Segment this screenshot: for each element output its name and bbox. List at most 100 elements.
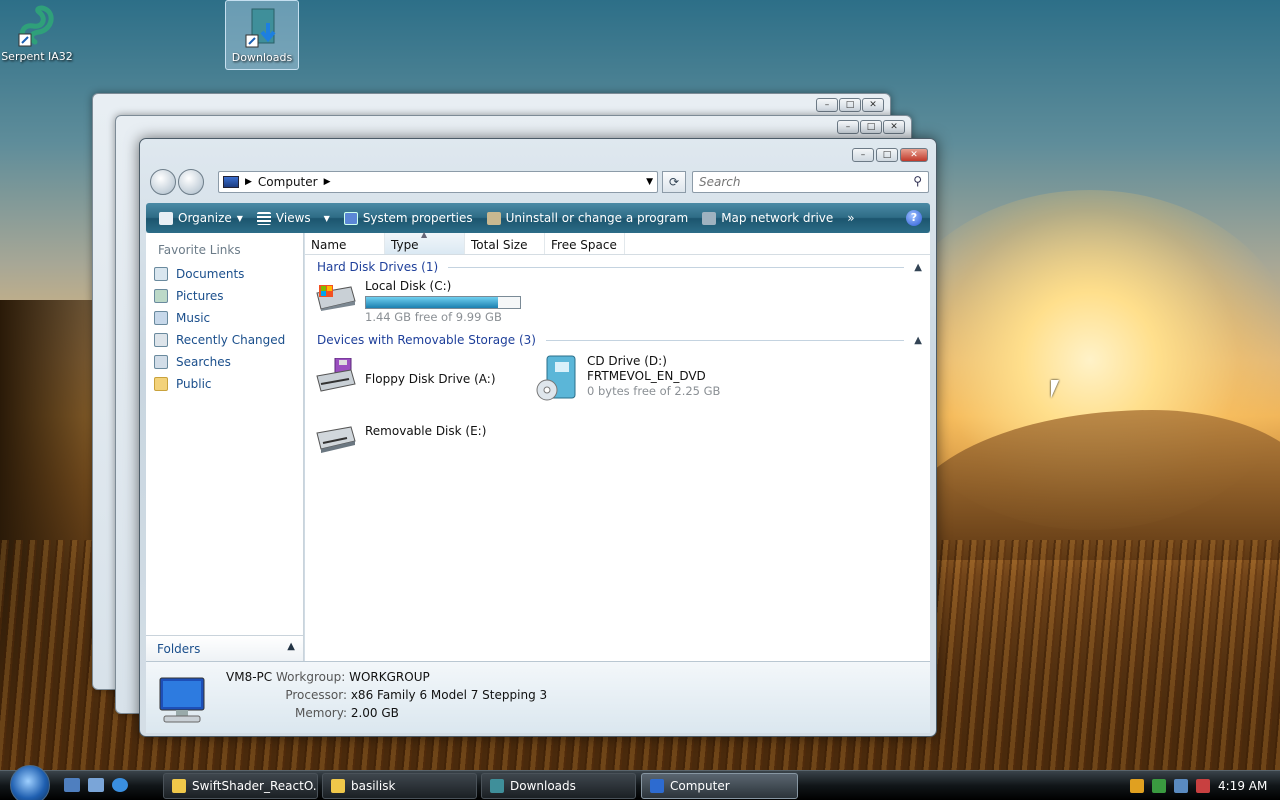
column-header-type[interactable]: ▲ Type <box>385 230 465 254</box>
organize-label: Organize <box>178 211 232 225</box>
clock[interactable]: 4:19 AM <box>1218 779 1267 793</box>
start-button[interactable] <box>10 765 50 800</box>
close-button[interactable]: ✕ <box>883 120 905 134</box>
back-button[interactable] <box>150 169 176 195</box>
folders-toggle[interactable]: Folders ▲ <box>146 635 303 661</box>
taskbar-button-downloads[interactable]: Downloads <box>481 773 636 799</box>
mouse-cursor-icon <box>1051 380 1059 398</box>
computer-icon <box>650 779 664 793</box>
security-shield-icon[interactable] <box>1130 779 1144 793</box>
system-properties-button[interactable]: System properties <box>337 203 480 233</box>
drive-removable-e[interactable]: Removable Disk (E:) <box>313 423 486 455</box>
pictures-icon <box>154 289 168 303</box>
column-header-name[interactable]: Name <box>305 233 385 254</box>
organize-icon <box>159 211 173 225</box>
chevron-up-icon[interactable]: ▲ <box>914 335 922 346</box>
breadcrumb-arrow-icon[interactable]: ▶ <box>245 177 252 187</box>
volume-muted-icon[interactable] <box>1196 779 1210 793</box>
breadcrumb-arrow-icon[interactable]: ▶ <box>324 177 331 187</box>
taskbar-button-basilisk[interactable]: basilisk <box>322 773 477 799</box>
memory-label: Memory: <box>295 706 347 720</box>
breadcrumb-computer[interactable]: Computer <box>258 175 318 189</box>
chevron-up-icon: ▲ <box>287 641 295 652</box>
group-title: Devices with Removable Storage (3) <box>317 333 536 347</box>
minimize-button[interactable]: – <box>852 148 874 162</box>
folder-icon <box>172 779 186 793</box>
network-icon[interactable] <box>1174 779 1188 793</box>
map-network-drive-button[interactable]: Map network drive <box>695 203 840 233</box>
drive-name: Floppy Disk Drive (A:) <box>365 372 496 386</box>
folder-icon <box>331 779 345 793</box>
drive-space-detail: 1.44 GB free of 9.99 GB <box>365 310 502 324</box>
documents-icon <box>154 267 168 281</box>
computer-name: VM8-PC <box>226 670 273 684</box>
forward-button[interactable] <box>178 169 204 195</box>
show-desktop-icon[interactable] <box>64 778 80 792</box>
address-dropdown-icon[interactable]: ▼ <box>646 177 653 187</box>
favorite-link-music[interactable]: Music <box>146 307 303 329</box>
chevron-double-right-icon: » <box>847 211 855 225</box>
group-header-hard-disks[interactable]: Hard Disk Drives (1) ▲ <box>317 260 922 274</box>
disk-usage-bar <box>365 296 521 309</box>
search-box[interactable]: ⚲ <box>692 171 929 193</box>
drive-space-detail: 0 bytes free of 2.25 GB <box>587 384 721 398</box>
help-icon[interactable]: ? <box>906 210 922 226</box>
favorite-link-recently-changed[interactable]: Recently Changed <box>146 329 303 351</box>
drive-local-disk-c[interactable]: Local Disk (C:) 1.44 GB free of 9.99 GB <box>313 279 521 325</box>
desktop-icon-downloads[interactable]: Downloads <box>225 0 299 70</box>
favorite-link-searches[interactable]: Searches <box>146 351 303 373</box>
uninstall-button[interactable]: Uninstall or change a program <box>480 203 696 233</box>
taskbar-button-swiftshader[interactable]: SwiftShader_ReactO... <box>163 773 318 799</box>
taskbar-button-label: Downloads <box>510 779 576 793</box>
internet-explorer-icon[interactable] <box>112 778 128 792</box>
network-drive-icon <box>702 211 717 225</box>
command-bar: Organize ▼ Views ▼ System properties Unins… <box>146 203 930 233</box>
maximize-button[interactable]: □ <box>860 120 882 134</box>
uninstall-icon <box>486 211 501 225</box>
search-input[interactable] <box>693 172 903 192</box>
desktop-icon-label: Serpent IA32 <box>1 50 73 63</box>
views-label: Views <box>275 211 311 225</box>
chevron-up-icon[interactable]: ▲ <box>914 262 922 273</box>
desktop-icon-serpent[interactable]: Serpent IA32 <box>0 0 74 63</box>
taskbar-button-computer[interactable]: Computer <box>641 773 798 799</box>
views-button[interactable]: Views ▼ <box>250 203 337 233</box>
chevron-down-icon: ▼ <box>323 213 330 223</box>
folders-label: Folders <box>157 642 201 656</box>
processor-label: Processor: <box>285 688 347 702</box>
column-header-total-size[interactable]: Total Size <box>465 233 545 254</box>
more-commands-button[interactable]: » <box>840 203 861 233</box>
drive-floppy-a[interactable]: Floppy Disk Drive (A:) <box>313 357 496 392</box>
favorite-link-documents[interactable]: Documents <box>146 263 303 285</box>
search-icon[interactable]: ⚲ <box>913 174 922 188</box>
navigation-pane: Favorite Links Documents Pictures Music … <box>146 233 304 661</box>
close-button[interactable]: ✕ <box>900 148 928 162</box>
close-button[interactable]: ✕ <box>862 98 884 112</box>
maximize-button[interactable]: □ <box>839 98 861 112</box>
searches-icon <box>154 355 168 369</box>
minimize-button[interactable]: – <box>837 120 859 134</box>
drive-cd-d[interactable]: CD Drive (D:) FRTMEVOL_EN_DVD 0 bytes fr… <box>535 354 721 401</box>
column-header-free-space[interactable]: Free Space <box>545 233 625 254</box>
computer-window[interactable]: – □ ✕ ▶ Computer ▶ ▼ ⟳ ⚲ Organize ▼ Views… <box>139 138 937 737</box>
maximize-button[interactable]: □ <box>876 148 898 162</box>
disk-usage-fill <box>366 297 498 308</box>
column-header-label: Type <box>391 238 419 252</box>
drive-name: Removable Disk (E:) <box>365 424 487 438</box>
favorite-link-label: Searches <box>176 355 231 369</box>
public-folder-icon <box>154 377 168 391</box>
workgroup-value: WORKGROUP <box>349 670 430 684</box>
favorite-link-pictures[interactable]: Pictures <box>146 285 303 307</box>
organize-button[interactable]: Organize ▼ <box>152 203 250 233</box>
processor-value: x86 Family 6 Model 7 Stepping 3 <box>350 688 548 702</box>
checkmark-icon[interactable] <box>1152 779 1166 793</box>
group-header-removable[interactable]: Devices with Removable Storage (3) ▲ <box>317 333 922 347</box>
favorite-link-public[interactable]: Public <box>146 373 303 395</box>
minimize-button[interactable]: – <box>816 98 838 112</box>
serpent-icon <box>17 4 57 48</box>
refresh-button[interactable]: ⟳ <box>662 171 686 193</box>
favorite-link-label: Documents <box>176 267 245 281</box>
computer-icon <box>223 176 239 188</box>
address-bar[interactable]: ▶ Computer ▶ ▼ <box>218 171 658 193</box>
switch-windows-icon[interactable] <box>88 778 104 792</box>
